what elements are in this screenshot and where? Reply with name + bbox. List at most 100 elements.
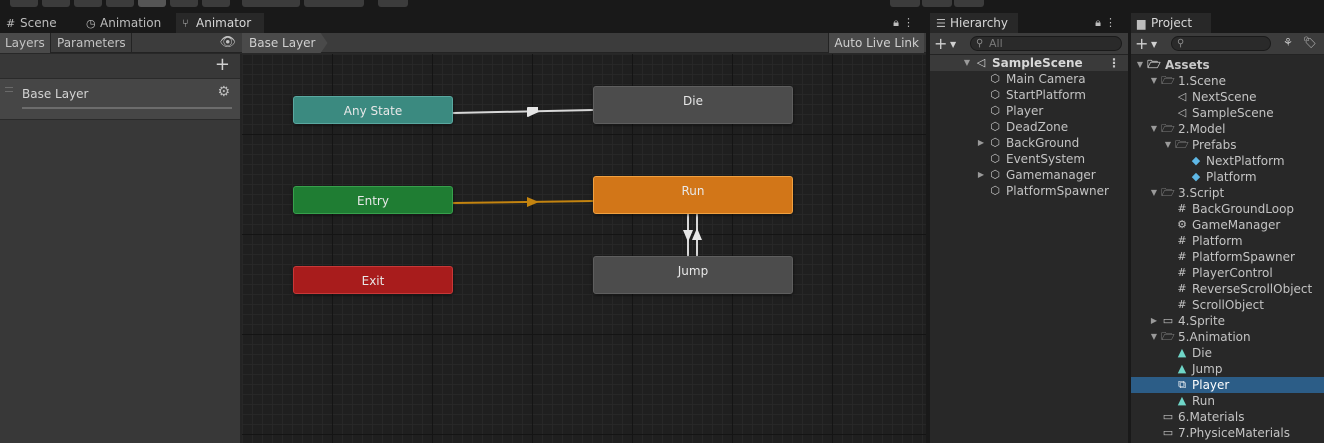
expand-arrow-icon[interactable]: ▼ [1149, 185, 1159, 201]
tab-layers[interactable]: Layers [0, 33, 51, 53]
project-item[interactable]: ▼ 🗁︎ 3.Script [1131, 185, 1324, 201]
kebab-menu-icon[interactable]: ⋮ [1105, 16, 1120, 29]
scene-label: SampleScene [992, 56, 1083, 70]
project-item[interactable]: ◆ NextPlatform [1131, 153, 1324, 169]
hierarchy-item[interactable]: ⬡ PlatformSpawner [930, 183, 1128, 199]
scene-row[interactable]: ▼ ◁ SampleScene ⋮ [930, 55, 1128, 71]
rect-tool-button[interactable] [138, 0, 166, 7]
custom-tool-button[interactable] [202, 0, 230, 7]
item-label: SampleScene [1192, 106, 1274, 120]
project-item[interactable]: # PlayerControl [1131, 265, 1324, 281]
pivot-toggle[interactable] [242, 0, 300, 7]
tab-animation[interactable]: ◷ Animation [80, 13, 172, 33]
project-item[interactable]: ◆ Platform [1131, 169, 1324, 185]
hierarchy-item[interactable]: ▶ ⬡ BackGround [930, 135, 1128, 151]
search-placeholder: All [989, 37, 1003, 50]
expand-arrow-icon[interactable]: ▼ [1135, 57, 1145, 73]
expand-arrow-icon[interactable]: ▶ [976, 135, 986, 151]
project-item[interactable]: ▼ 🗁︎ 2.Model [1131, 121, 1324, 137]
item-label: BackGroundLoop [1192, 202, 1295, 216]
rotate-tool-button[interactable] [74, 0, 102, 7]
gear-icon[interactable]: ⚙ [217, 84, 230, 100]
lock-icon[interactable]: 🔒︎ [893, 16, 903, 29]
hierarchy-item[interactable]: ▶ ⬡ Gamemanager [930, 167, 1128, 183]
hand-tool-button[interactable] [10, 0, 38, 7]
breadcrumb[interactable]: Base Layer [242, 33, 328, 53]
tab-scene[interactable]: # Scene [0, 13, 78, 33]
tab-hierarchy[interactable]: ☰ Hierarchy [930, 13, 1018, 33]
gameobject-cube-icon: ⬡ [990, 120, 1000, 133]
project-item[interactable]: # BackGroundLoop [1131, 201, 1324, 217]
project-item[interactable]: ◁ NextScene [1131, 89, 1324, 105]
drag-handle-icon[interactable] [5, 87, 13, 92]
filter-by-type-icon[interactable]: ⚘ [1283, 36, 1293, 49]
hierarchy-item[interactable]: ⬡ EventSystem [930, 151, 1128, 167]
project-item[interactable]: ▼ 🗁︎ 5.Animation [1131, 329, 1324, 345]
eye-icon[interactable]: 👁︎ [219, 35, 236, 50]
filter-by-label-icon[interactable]: 🏷︎ [1303, 36, 1317, 49]
project-folder-assets[interactable]: ▼ 🗁︎ Assets [1131, 57, 1324, 73]
project-item[interactable]: # Platform [1131, 233, 1324, 249]
tab-project[interactable]: ▆ Project [1131, 13, 1211, 33]
transform-tool-button[interactable] [170, 0, 198, 7]
project-search-input[interactable]: ⚲ [1171, 36, 1271, 51]
project-item[interactable]: ◁ SampleScene [1131, 105, 1324, 121]
project-item[interactable]: ▼ 🗁︎ Prefabs [1131, 137, 1324, 153]
expand-arrow-icon[interactable]: ▶ [976, 167, 986, 183]
grid-icon: # [6, 17, 16, 30]
kebab-menu-icon[interactable]: ⋮ [1108, 55, 1120, 71]
expand-arrow-icon[interactable]: ▼ [1149, 329, 1159, 345]
move-tool-button[interactable] [42, 0, 70, 7]
global-toggle[interactable] [304, 0, 364, 7]
state-die[interactable]: Die [593, 86, 793, 124]
project-item[interactable]: # ScrollObject [1131, 297, 1324, 313]
tab-parameters[interactable]: Parameters [52, 33, 132, 53]
transition-entry-to-run[interactable] [452, 200, 594, 204]
animator-controller-icon: ⧉ [1178, 378, 1186, 391]
project-item[interactable]: ⚙ GameManager [1131, 217, 1324, 233]
hierarchy-item[interactable]: ⬡ StartPlatform [930, 87, 1128, 103]
item-label: 5.Animation [1178, 330, 1251, 344]
tab-animator[interactable]: ⑂ Animator [176, 13, 264, 33]
expand-arrow-icon[interactable]: ▶ [1149, 313, 1159, 329]
csharp-script-icon: # [1177, 202, 1187, 215]
kebab-menu-icon[interactable]: ⋮ [903, 16, 918, 29]
add-layer-button[interactable]: + [215, 54, 230, 75]
project-item[interactable]: ▼ 🗁︎ 1.Scene [1131, 73, 1324, 89]
step-button[interactable] [954, 0, 984, 7]
project-item[interactable]: ▶ ▭ 4.Sprite [1131, 313, 1324, 329]
expand-arrow-icon[interactable]: ▼ [1149, 73, 1159, 89]
pause-button[interactable] [922, 0, 952, 7]
layer-item-base[interactable]: Base Layer ⚙ [0, 78, 240, 120]
project-item[interactable]: ▲ Die [1131, 345, 1324, 361]
transition-any-to-die[interactable] [452, 109, 594, 114]
hierarchy-item[interactable]: ⬡ Main Camera [930, 71, 1128, 87]
expand-arrow-icon[interactable]: ▼ [1149, 121, 1159, 137]
play-button[interactable] [890, 0, 920, 7]
hierarchy-search-input[interactable]: ⚲ All [970, 36, 1122, 51]
project-item[interactable]: ▭ 6.Materials [1131, 409, 1324, 425]
project-item-selected[interactable]: ⧉ Player [1131, 377, 1324, 393]
state-entry[interactable]: Entry [293, 186, 453, 214]
state-jump[interactable]: Jump [593, 256, 793, 294]
animation-clip-icon: ▲ [1177, 394, 1187, 407]
state-run[interactable]: Run [593, 176, 793, 214]
project-item[interactable]: ▲ Jump [1131, 361, 1324, 377]
hierarchy-item[interactable]: ⬡ Player [930, 103, 1128, 119]
project-item[interactable]: ▭ 7.PhysiceMaterials [1131, 425, 1324, 441]
project-item[interactable]: # ReverseScrollObject [1131, 281, 1324, 297]
expand-arrow-icon[interactable]: ▼ [1163, 137, 1173, 153]
lock-icon[interactable]: 🔒︎ [1095, 16, 1105, 29]
state-exit[interactable]: Exit [293, 266, 453, 294]
auto-live-link-toggle[interactable]: Auto Live Link [828, 33, 924, 53]
scale-tool-button[interactable] [106, 0, 134, 7]
create-dropdown-button[interactable]: + ▼ [934, 34, 956, 53]
project-item[interactable]: # PlatformSpawner [1131, 249, 1324, 265]
hierarchy-item[interactable]: ⬡ DeadZone [930, 119, 1128, 135]
snap-button[interactable] [378, 0, 408, 7]
expand-arrow-icon[interactable]: ▼ [962, 55, 972, 71]
create-dropdown-button[interactable]: + ▼ [1135, 34, 1157, 53]
project-item[interactable]: ▲ Run [1131, 393, 1324, 409]
state-machine-graph[interactable]: Any State Entry Exit Die Run Jump [242, 54, 926, 443]
state-any-state[interactable]: Any State [293, 96, 453, 124]
